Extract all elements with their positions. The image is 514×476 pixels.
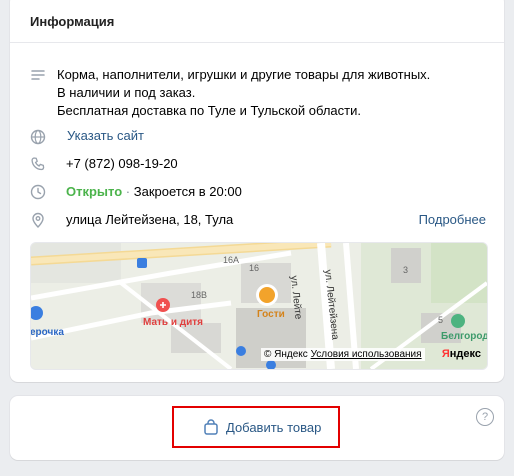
description-text: Корма, наполнители, игрушки и другие тов… xyxy=(57,66,430,120)
map-building-label: 18В xyxy=(191,290,208,300)
description-line: В наличии и под заказ. xyxy=(57,85,196,100)
list-icon xyxy=(30,68,46,84)
closing-time: Закроется в 20:00 xyxy=(133,184,242,199)
map-building-label: 16 xyxy=(249,263,260,273)
help-icon[interactable]: ? xyxy=(476,408,494,426)
description-line: Корма, наполнители, игрушки и другие тов… xyxy=(57,67,431,82)
add-product-highlight: Добавить товар xyxy=(172,406,340,448)
information-card: Информация Корма, наполнители, игрушки и… xyxy=(10,0,504,382)
yandex-logo: Яндекс xyxy=(442,348,481,360)
clock-icon xyxy=(30,184,46,200)
description-line: Бесплатная доставка по Туле и Тульской о… xyxy=(57,103,361,118)
open-status: Открыто xyxy=(66,184,123,199)
map-poi-rochka[interactable]: ерочка xyxy=(31,327,64,338)
hours-separator: · xyxy=(125,184,131,199)
map-poi-gosti[interactable]: Гости xyxy=(257,309,285,320)
map-terms-link[interactable]: Условия использования xyxy=(311,349,422,360)
yandex-logo-rest: ндекс xyxy=(449,348,481,360)
hours-text[interactable]: Открыто · Закроется в 20:00 xyxy=(66,184,242,199)
phone-icon xyxy=(30,156,46,172)
map-building-label: 3 xyxy=(403,265,409,275)
address-text: улица Лейтейзена, 18, Тула xyxy=(66,212,234,227)
card-header: Информация xyxy=(10,0,504,43)
map-poi-mat-i-ditya[interactable]: Мать и дитя xyxy=(143,317,203,328)
add-product-card: Добавить товар ? xyxy=(10,396,504,460)
card-title: Информация xyxy=(30,14,115,29)
globe-icon xyxy=(30,129,46,145)
add-website-link[interactable]: Указать сайт xyxy=(67,128,144,143)
map-building-label: 16А xyxy=(223,255,240,265)
map[interactable]: 16А 16 18В 3 5 ул. Лейте ул. Лейтейзена … xyxy=(30,242,488,370)
map-building-label: 5 xyxy=(438,315,444,325)
add-product-label: Добавить товар xyxy=(226,420,322,435)
add-product-button[interactable]: Добавить товар xyxy=(204,419,322,435)
bag-icon xyxy=(202,418,220,436)
address-more-link[interactable]: Подробнее xyxy=(419,212,486,227)
location-pin-icon xyxy=(30,212,46,228)
map-poi-belgorod[interactable]: Белгород xyxy=(441,331,487,342)
phone-number[interactable]: +7 (872) 098-19-20 xyxy=(66,156,178,171)
map-copyright-text: © Яндекс xyxy=(264,349,308,360)
yandex-logo-ya: Я xyxy=(441,348,450,360)
map-copyright: © Яндекс Условия использования xyxy=(261,348,425,361)
